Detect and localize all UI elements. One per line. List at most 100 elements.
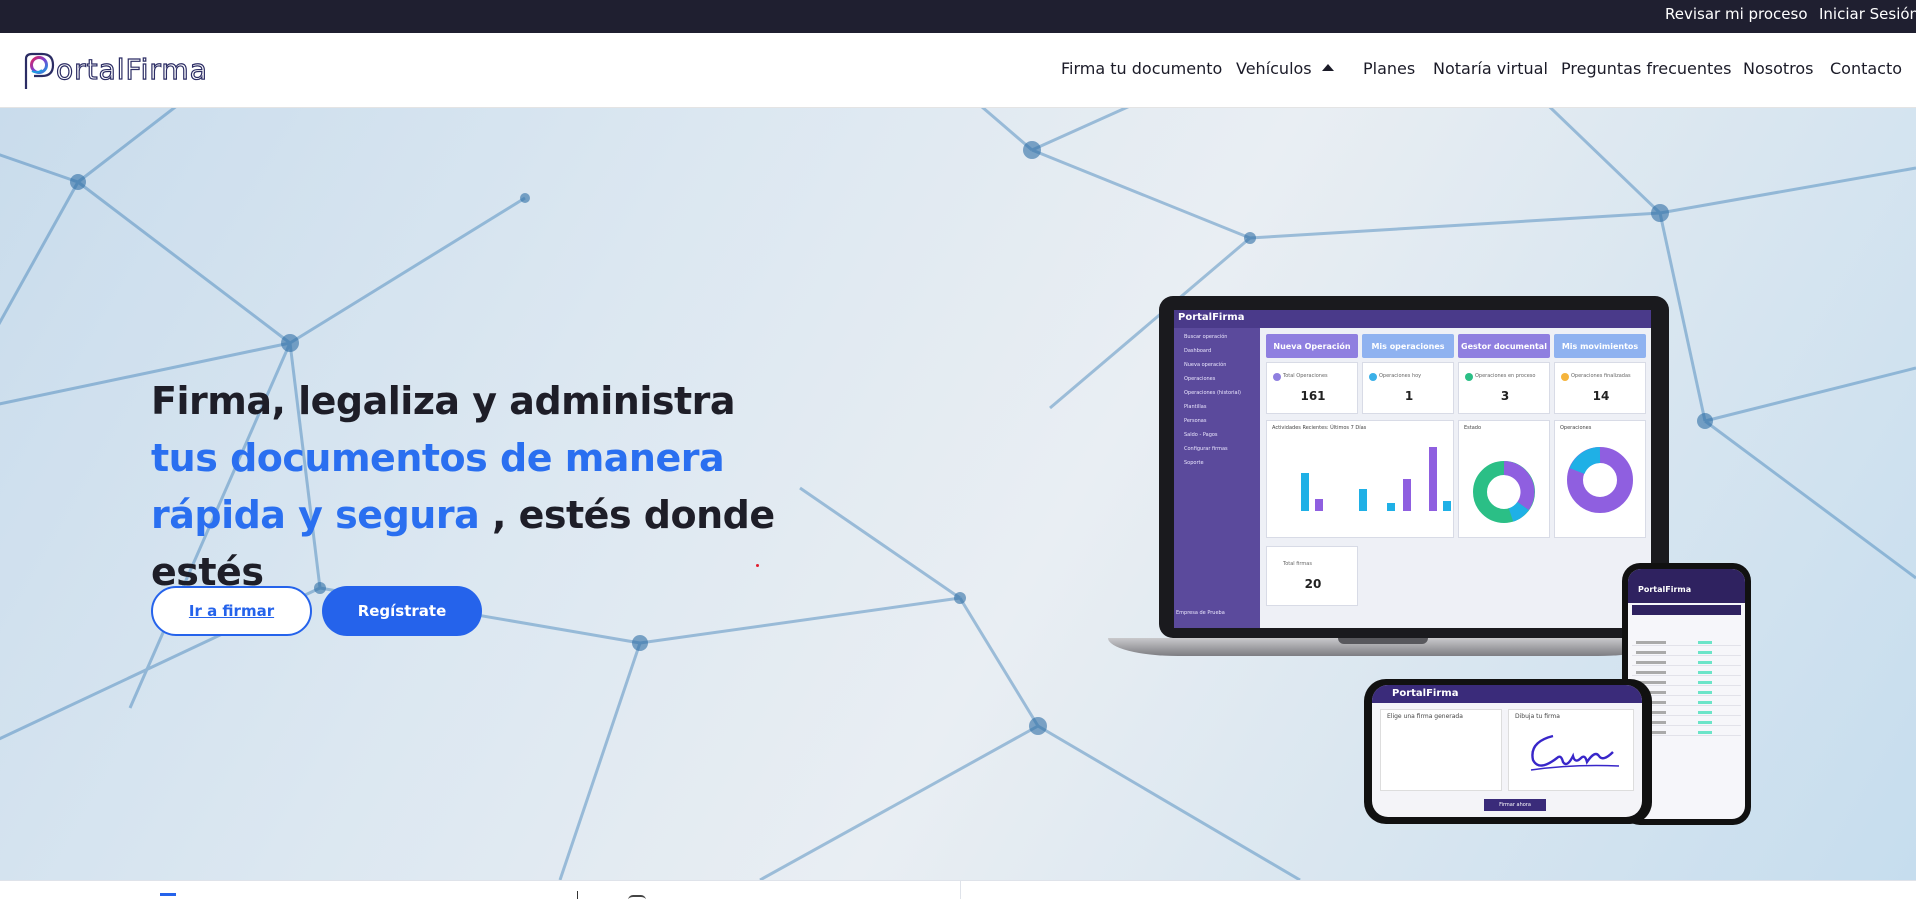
horizontal-phone-mockup: PortalFirma Elige una firma generada Dib…: [1364, 679, 1652, 824]
next-section-strip: [0, 880, 1916, 899]
sidebar-item: Dashboard: [1184, 348, 1212, 354]
card-title: Dibuja tu firma: [1515, 713, 1560, 720]
nav-notaria-virtual[interactable]: Notaría virtual: [1433, 59, 1548, 78]
sidebar-item: Configurar firmas: [1184, 446, 1228, 452]
stat-value: 14: [1592, 389, 1610, 403]
mock-tab: Nueva Operación: [1266, 334, 1358, 358]
vertical-phone-header: PortalFirma: [1628, 569, 1745, 603]
panel-title: Estado: [1464, 425, 1482, 431]
stat-label: Total Operaciones: [1283, 373, 1328, 379]
divider: [960, 881, 961, 899]
panel-title: Operaciones: [1560, 425, 1592, 431]
site-header: ortalFirma Firma tu documento Vehículos …: [0, 33, 1916, 108]
generated-signature-card: Elige una firma generada: [1380, 709, 1502, 791]
mock-stat: Operaciones hoy 1: [1362, 362, 1454, 414]
stat-value: 161: [1300, 389, 1326, 403]
mock-tab: Gestor documental: [1458, 334, 1550, 358]
mock-tab: Mis movimientos: [1554, 334, 1646, 358]
mock-stat: Operaciones finalizadas 14: [1554, 362, 1646, 414]
nav-vehiculos-label: Vehículos: [1236, 59, 1312, 78]
divider: [577, 891, 578, 899]
operaciones-panel: Operaciones: [1554, 420, 1646, 538]
horizontal-phone-screen: PortalFirma Elige una firma generada Dib…: [1372, 685, 1642, 817]
stat-value: 1: [1404, 389, 1414, 403]
firmas-stat: Total firmas 20: [1266, 546, 1358, 606]
horizontal-phone-header: PortalFirma: [1372, 685, 1642, 703]
pie-chart-icon: [1567, 447, 1633, 513]
card-title: Elige una firma generada: [1387, 713, 1463, 720]
laptop-notch: [1338, 638, 1428, 644]
go-sign-button[interactable]: Ir a firmar: [151, 586, 312, 636]
phone-logo: PortalFirma: [1392, 688, 1459, 699]
nav-vehiculos[interactable]: Vehículos: [1236, 59, 1334, 78]
chart-bar: [1315, 499, 1323, 511]
sidebar-item: Operaciones (historial): [1184, 390, 1241, 396]
home-icon: [160, 893, 176, 899]
app-logo: PortalFirma: [1178, 312, 1245, 323]
table-row: [1632, 669, 1741, 676]
sidebar-item: Personas: [1184, 418, 1207, 424]
arc-icon: [628, 895, 646, 899]
chart-bar: [1301, 473, 1309, 511]
panel-title: Actividades Recientes: Últimos 7 Días: [1272, 425, 1367, 431]
mock-tab: Mis operaciones: [1362, 334, 1454, 358]
stat-label: Operaciones finalizadas: [1571, 373, 1631, 379]
app-sidebar: Buscar operación Dashboard Nueva operaci…: [1174, 310, 1260, 628]
sidebar-item: Soporte: [1184, 460, 1204, 466]
nav-contacto[interactable]: Contacto: [1830, 59, 1902, 78]
estado-panel: Estado: [1458, 420, 1550, 538]
stat-dot-icon: [1273, 373, 1281, 381]
nav-firma-documento[interactable]: Firma tu documento: [1061, 59, 1222, 78]
login-link[interactable]: Iniciar Sesión: [1819, 5, 1916, 23]
top-bar: Revisar mi proceso Iniciar Sesión: [0, 0, 1916, 33]
sidebar-item: Operaciones: [1184, 376, 1216, 382]
caret-up-icon: [1321, 64, 1334, 71]
hero-headline: Firma, legaliza y administra tus documen…: [151, 373, 811, 601]
hero-section: Firma, legaliza y administra tus documen…: [0, 108, 1916, 880]
stat-dot-icon: [1561, 373, 1569, 381]
signature-icon: [1530, 734, 1620, 771]
company-label: Empresa de Prueba: [1176, 610, 1225, 616]
headline-dark-1: Firma, legaliza y administra: [151, 379, 736, 423]
review-process-link[interactable]: Revisar mi proceso: [1665, 5, 1808, 23]
chart-bar: [1443, 501, 1451, 511]
stat-dot-icon: [1369, 373, 1377, 381]
logo-p-icon: [20, 51, 56, 89]
table-row: [1632, 639, 1741, 646]
stat-label: Operaciones en proceso: [1475, 373, 1536, 379]
sign-now-button: Firmar ahora: [1484, 799, 1546, 811]
stat-dot-icon: [1465, 373, 1473, 381]
logo-text: ortalFirma: [55, 52, 208, 86]
red-dot: [756, 564, 759, 567]
stat-value: 20: [1304, 577, 1322, 591]
laptop-mockup: Buscar operación Dashboard Nueva operaci…: [1108, 296, 1669, 688]
stat-label: Operaciones hoy: [1379, 373, 1422, 379]
stat-value: 3: [1500, 389, 1510, 403]
chart-bar: [1429, 447, 1437, 511]
phone-logo: PortalFirma: [1638, 585, 1692, 594]
table-row: [1632, 679, 1741, 686]
chart-bar: [1387, 503, 1395, 511]
laptop-screen: Buscar operación Dashboard Nueva operaci…: [1174, 310, 1651, 628]
mock-stat: Total Operaciones 161: [1266, 362, 1358, 414]
vertical-phone-tabs: [1632, 605, 1741, 615]
portalfirma-logo[interactable]: ortalFirma: [20, 50, 208, 90]
sidebar-item: Nueva operación: [1184, 362, 1227, 368]
mock-stat: Operaciones en proceso 3: [1458, 362, 1550, 414]
stat-label: Total firmas: [1283, 561, 1312, 567]
table-row: [1632, 659, 1741, 666]
sidebar-item: Saldo - Pagos: [1184, 432, 1218, 438]
chart-bar: [1359, 489, 1367, 511]
nav-planes[interactable]: Planes: [1363, 59, 1415, 78]
app-topbar: PortalFirma: [1174, 310, 1651, 328]
sidebar-item: Plantillas: [1184, 404, 1207, 410]
nav-preguntas-frecuentes[interactable]: Preguntas frecuentes: [1561, 59, 1731, 78]
nav-nosotros[interactable]: Nosotros: [1743, 59, 1814, 78]
donut-chart-icon: [1473, 461, 1535, 523]
chart-bar: [1403, 479, 1411, 511]
register-button[interactable]: Regístrate: [322, 586, 482, 636]
sidebar-item: Buscar operación: [1184, 334, 1228, 340]
activity-chart-panel: Actividades Recientes: Últimos 7 Días: [1266, 420, 1454, 538]
table-row: [1632, 649, 1741, 656]
draw-signature-card: Dibuja tu firma: [1508, 709, 1634, 791]
